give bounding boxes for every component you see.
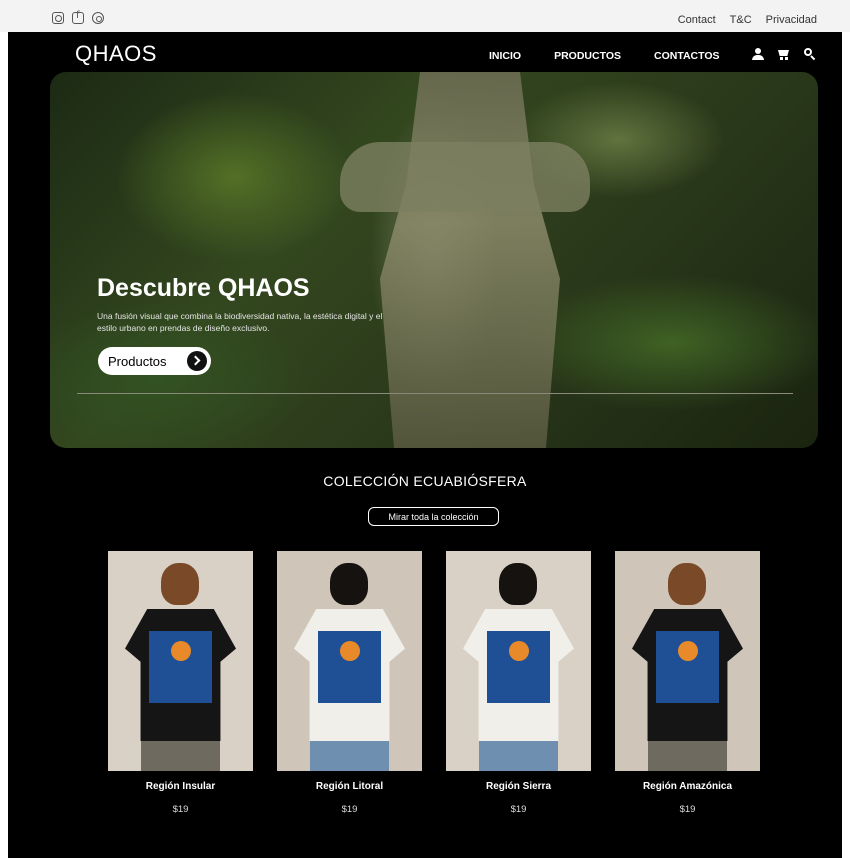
graphic-print (487, 631, 550, 703)
product-card[interactable]: Región Litoral $19 (277, 551, 422, 815)
collection-title: COLECCIÓN ECUABIÓSFERA (323, 473, 527, 489)
site-logo[interactable]: QHAOS (75, 41, 157, 67)
product-card[interactable]: Región Insular $19 (108, 551, 253, 815)
hero-title: Descubre QHAOS (97, 274, 310, 302)
main-page: QHAOS INICIO PRODUCTOS CONTACTOS Descubr… (8, 32, 842, 858)
product-card[interactable]: Región Amazónica $19 (615, 551, 760, 815)
hero-subtitle: Una fusión visual que combina la biodive… (97, 311, 383, 333)
hero-serpent-carving (340, 142, 590, 212)
contact-link[interactable]: Contact (678, 14, 716, 26)
header-actions (752, 48, 816, 60)
product-price: $19 (341, 804, 358, 815)
hero-button-label: Productos (108, 353, 167, 369)
terms-link[interactable]: T&C (730, 14, 752, 26)
instagram-icon[interactable] (52, 12, 64, 24)
model-pants (141, 741, 220, 771)
facebook-icon[interactable] (72, 10, 84, 24)
product-image[interactable] (615, 551, 760, 771)
social-links (52, 10, 104, 24)
graphic-print (318, 631, 381, 703)
product-name[interactable]: Región Litoral (277, 781, 422, 792)
arrow-right-icon (187, 351, 207, 371)
model-pants (648, 741, 727, 771)
graphic-print (149, 631, 212, 703)
hero-banner: Descubre QHAOS Una fusión visual que com… (50, 72, 818, 448)
model-head (330, 563, 368, 605)
product-name[interactable]: Región Sierra (446, 781, 591, 792)
product-name[interactable]: Región Insular (108, 781, 253, 792)
hero-totem-image (380, 72, 560, 448)
user-icon[interactable] (752, 48, 764, 60)
model-pants (310, 741, 389, 771)
product-card[interactable]: Región Sierra $19 (446, 551, 591, 815)
product-price: $19 (510, 804, 527, 815)
top-utility-bar: Contact T&C Privacidad (0, 0, 850, 32)
search-icon[interactable] (804, 48, 816, 60)
product-image[interactable] (277, 551, 422, 771)
model-pants (479, 741, 558, 771)
hero-divider (77, 393, 793, 394)
nav-item-contactos[interactable]: CONTACTOS (654, 50, 720, 62)
model-head (668, 563, 706, 605)
product-image[interactable] (446, 551, 591, 771)
product-image[interactable] (108, 551, 253, 771)
nav-item-productos[interactable]: PRODUCTOS (554, 50, 621, 62)
product-price: $19 (679, 804, 696, 815)
product-name[interactable]: Región Amazónica (615, 781, 760, 792)
privacy-link[interactable]: Privacidad (766, 14, 817, 26)
main-nav: INICIO PRODUCTOS CONTACTOS (489, 50, 720, 62)
utility-links: Contact T&C Privacidad (678, 14, 817, 26)
nav-item-inicio[interactable]: INICIO (489, 50, 521, 62)
model-head (161, 563, 199, 605)
model-head (499, 563, 537, 605)
whatsapp-icon[interactable] (92, 12, 104, 24)
product-price: $19 (172, 804, 189, 815)
view-collection-button[interactable]: Mirar toda la colección (368, 507, 499, 526)
cart-icon[interactable] (778, 48, 790, 60)
graphic-print (656, 631, 719, 703)
hero-products-button[interactable]: Productos (98, 347, 211, 375)
